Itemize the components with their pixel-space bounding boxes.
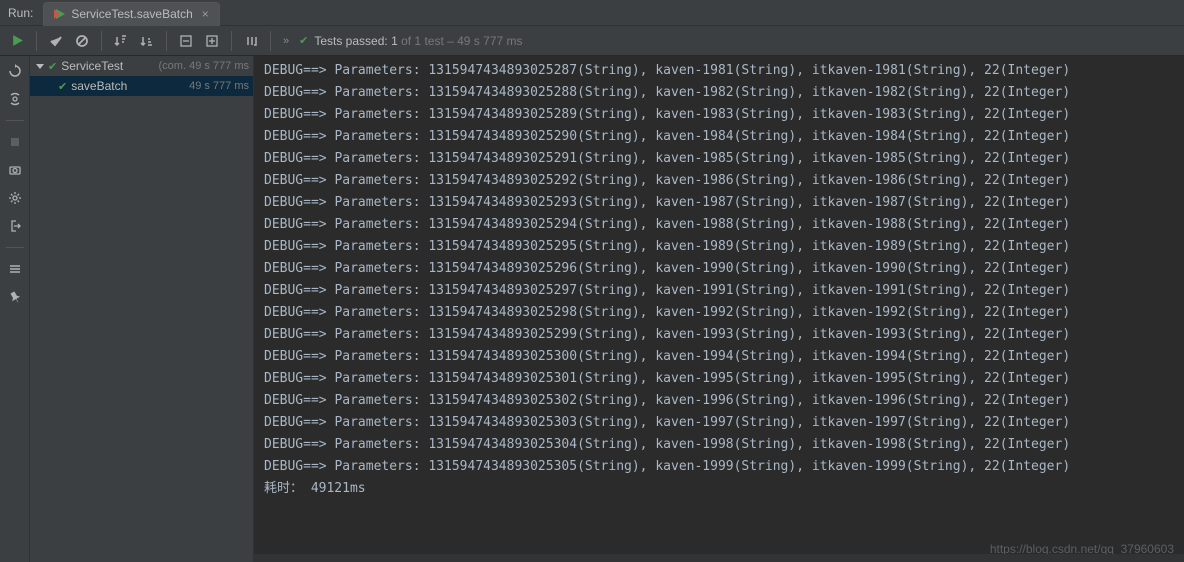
settings-button[interactable] [4, 187, 26, 209]
show-ignored-toggle[interactable] [71, 30, 93, 52]
console-line: DEBUG==> Parameters: 1315947434893025289… [264, 104, 1174, 126]
tree-root-detail: (com. 49 s 777 ms [159, 60, 249, 72]
console-line: DEBUG==> Parameters: 1315947434893025300… [264, 346, 1174, 368]
main-area: ✔ ServiceTest (com. 49 s 777 ms ✔ saveBa… [0, 56, 1184, 562]
console-line: DEBUG==> Parameters: 1315947434893025304… [264, 434, 1174, 456]
console-line: DEBUG==> Parameters: 1315947434893025291… [264, 148, 1174, 170]
run-button[interactable] [6, 30, 28, 52]
run-label: Run: [8, 6, 33, 20]
dump-button[interactable] [4, 159, 26, 181]
console-line: DEBUG==> Parameters: 1315947434893025298… [264, 302, 1174, 324]
divider [101, 31, 102, 51]
console-line: DEBUG==> Parameters: 1315947434893025303… [264, 412, 1174, 434]
tests-passed-label: Tests passed: 1 of 1 test – 49 s 777 ms [314, 34, 522, 48]
tab-close-button[interactable]: × [202, 7, 209, 21]
check-icon: ✔ [48, 60, 57, 73]
sort-alpha-button[interactable] [136, 30, 158, 52]
divider [166, 31, 167, 51]
stop-button[interactable] [4, 131, 26, 153]
tree-child-row[interactable]: ✔ saveBatch 49 s 777 ms [30, 76, 253, 96]
console-line: DEBUG==> Parameters: 1315947434893025293… [264, 192, 1174, 214]
top-bar: Run: ServiceTest.saveBatch × [0, 0, 1184, 26]
exit-button[interactable] [4, 215, 26, 237]
console-line: 耗时： 49121ms [264, 478, 1174, 500]
console-line: DEBUG==> Parameters: 1315947434893025287… [264, 60, 1174, 82]
layout-button[interactable] [4, 258, 26, 280]
collapse-all-button[interactable] [201, 30, 223, 52]
console-output[interactable]: DEBUG==> Parameters: 1315947434893025287… [254, 56, 1184, 562]
console-text: DEBUG==> Parameters: 1315947434893025287… [254, 56, 1184, 504]
console-line: DEBUG==> Parameters: 1315947434893025297… [264, 280, 1174, 302]
console-line: DEBUG==> Parameters: 1315947434893025295… [264, 236, 1174, 258]
console-line: DEBUG==> Parameters: 1315947434893025288… [264, 82, 1174, 104]
check-icon: ✔ [58, 80, 67, 93]
show-passed-toggle[interactable] [45, 30, 67, 52]
divider [231, 31, 232, 51]
horizontal-scrollbar[interactable] [254, 554, 1184, 562]
test-tree: ✔ ServiceTest (com. 49 s 777 ms ✔ saveBa… [30, 56, 254, 562]
divider [36, 31, 37, 51]
tree-root-label: ServiceTest [61, 59, 123, 73]
console-line: DEBUG==> Parameters: 1315947434893025305… [264, 456, 1174, 478]
rerun-button[interactable] [4, 60, 26, 82]
sort-button[interactable] [110, 30, 132, 52]
console-line: DEBUG==> Parameters: 1315947434893025302… [264, 390, 1174, 412]
console-line: DEBUG==> Parameters: 1315947434893025292… [264, 170, 1174, 192]
expand-all-button[interactable] [175, 30, 197, 52]
expand-arrow-icon[interactable] [36, 64, 44, 69]
tree-child-detail: 49 s 777 ms [189, 80, 249, 92]
scroll-to-end-button[interactable] [240, 30, 262, 52]
tree-child-label: saveBatch [71, 79, 127, 93]
run-tab[interactable]: ServiceTest.saveBatch × [43, 2, 219, 26]
toggle-button[interactable] [4, 88, 26, 110]
gutter-separator [6, 120, 24, 121]
tree-root-row[interactable]: ✔ ServiceTest (com. 49 s 777 ms [30, 56, 253, 76]
left-gutter [0, 56, 30, 562]
tab-title: ServiceTest.saveBatch [71, 7, 192, 21]
test-toolbar: » ✔ Tests passed: 1 of 1 test – 49 s 777… [0, 26, 1184, 56]
divider [270, 31, 271, 51]
run-config-icon [54, 8, 66, 20]
console-line: DEBUG==> Parameters: 1315947434893025290… [264, 126, 1174, 148]
console-line: DEBUG==> Parameters: 1315947434893025299… [264, 324, 1174, 346]
gutter-separator [6, 247, 24, 248]
console-line: DEBUG==> Parameters: 1315947434893025296… [264, 258, 1174, 280]
check-icon: ✔ [299, 34, 308, 47]
chevrons-icon: » [283, 35, 289, 47]
pin-button[interactable] [4, 286, 26, 308]
console-line: DEBUG==> Parameters: 1315947434893025294… [264, 214, 1174, 236]
console-line: DEBUG==> Parameters: 1315947434893025301… [264, 368, 1174, 390]
